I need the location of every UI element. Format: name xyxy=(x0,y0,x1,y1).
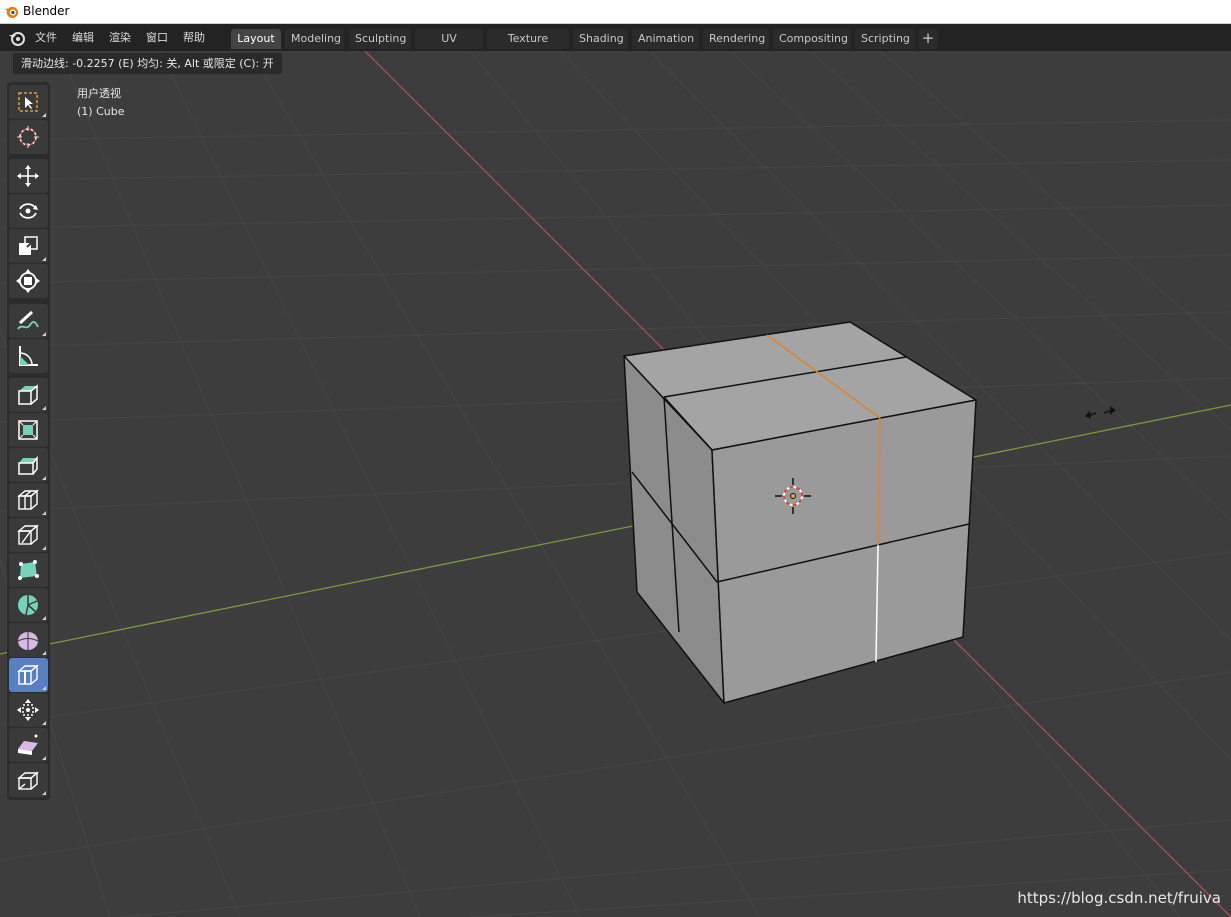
tool-options-corner-icon xyxy=(42,756,46,760)
rotate-icon xyxy=(19,203,38,219)
operator-status: 滑动边线: -0.2257 (E) 均匀: 关, Alt 或限定 (C): 开 xyxy=(13,53,282,74)
add-workspace-button[interactable]: + xyxy=(918,29,938,49)
tool-transform[interactable] xyxy=(9,264,48,298)
tab-modeling[interactable]: Modeling xyxy=(285,29,344,49)
slide-cursor-icon xyxy=(1085,406,1116,419)
menu-help[interactable]: 帮助 xyxy=(183,29,205,45)
menu-window[interactable]: 窗口 xyxy=(146,29,168,45)
tool-options-corner-icon xyxy=(42,406,46,410)
tool-spin[interactable] xyxy=(9,588,48,622)
top-menubar: 文件 编辑 渲染 窗口 帮助 Layout Modeling Sculpting… xyxy=(0,24,1231,65)
blender-logo-icon xyxy=(4,6,19,19)
y-axis-line xyxy=(0,404,1231,655)
tool-options-corner-icon xyxy=(42,791,46,795)
tool-knife[interactable] xyxy=(9,518,48,552)
annotate-icon xyxy=(17,310,39,330)
tool-move[interactable] xyxy=(9,159,48,193)
tool-smooth[interactable] xyxy=(9,623,48,657)
tool-inset-faces[interactable] xyxy=(9,413,48,447)
cube-mesh xyxy=(623,321,977,704)
tool-rip-region[interactable] xyxy=(9,763,48,797)
cube-front-face xyxy=(711,399,977,704)
tab-uv-editing[interactable]: UV Editing xyxy=(415,29,483,65)
loop-cut-icon xyxy=(17,489,39,510)
tool-options-corner-icon xyxy=(42,113,46,117)
menu-edit[interactable]: 编辑 xyxy=(72,29,94,45)
menu-render[interactable]: 渲染 xyxy=(109,29,131,45)
tool-select-box[interactable] xyxy=(9,85,48,119)
tool-edge-slide[interactable] xyxy=(9,658,48,692)
bevel-icon xyxy=(18,455,38,475)
tool-options-corner-icon xyxy=(42,651,46,655)
edge-slide-icon xyxy=(17,664,39,685)
cursor-icon xyxy=(17,126,39,148)
window-titlebar: Blender xyxy=(0,0,1231,24)
tool-shear[interactable] xyxy=(9,728,48,762)
tool-measure[interactable] xyxy=(9,339,48,373)
tool-annotate[interactable] xyxy=(9,304,48,338)
tab-compositing[interactable]: Compositing xyxy=(773,29,851,49)
transform-icon xyxy=(16,269,40,293)
tool-poly-build[interactable] xyxy=(9,553,48,587)
tool-options-corner-icon xyxy=(42,686,46,690)
knife-icon xyxy=(17,524,39,545)
tool-options-corner-icon xyxy=(42,257,46,261)
tool-bevel[interactable] xyxy=(9,448,48,482)
active-object-label: (1) Cube xyxy=(77,105,125,118)
tab-layout[interactable]: Layout xyxy=(231,29,281,49)
tool-options-corner-icon xyxy=(42,721,46,725)
spin-icon xyxy=(18,595,38,616)
tab-animation[interactable]: Animation xyxy=(632,29,699,49)
tab-shading[interactable]: Shading xyxy=(573,29,628,49)
tab-scripting[interactable]: Scripting xyxy=(855,29,915,49)
menu-file[interactable]: 文件 xyxy=(35,29,57,45)
shrink-fatten-icon xyxy=(17,699,39,721)
view-name: 用户透视 xyxy=(77,87,121,100)
rip-region-icon xyxy=(17,771,39,790)
tool-options-corner-icon xyxy=(42,511,46,515)
grid-lines xyxy=(0,51,1231,917)
shear-icon xyxy=(18,734,38,755)
tab-rendering[interactable]: Rendering xyxy=(703,29,769,49)
tab-sculpting[interactable]: Sculpting xyxy=(349,29,411,49)
measure-icon xyxy=(19,346,38,366)
tool-options-corner-icon xyxy=(42,476,46,480)
inset-faces-icon xyxy=(18,420,38,440)
move-icon xyxy=(17,165,39,187)
window-title: Blender xyxy=(23,4,70,18)
tab-texture-paint[interactable]: Texture Paint xyxy=(487,29,569,65)
extrude-region-icon xyxy=(18,384,38,405)
scale-icon xyxy=(19,236,38,255)
blender-menu-icon[interactable] xyxy=(8,29,26,47)
watermark-text: https://blog.csdn.net/fruiva xyxy=(1017,889,1221,907)
tool-rotate[interactable] xyxy=(9,194,48,228)
tool-extrude-region[interactable] xyxy=(9,378,48,412)
tool-loop-cut[interactable] xyxy=(9,483,48,517)
poly-build-icon xyxy=(18,560,39,580)
smooth-icon xyxy=(17,632,39,650)
tool-options-corner-icon xyxy=(42,332,46,336)
viewport-scene[interactable] xyxy=(0,51,1231,917)
tool-options-corner-icon xyxy=(42,546,46,550)
tool-cursor[interactable] xyxy=(9,120,48,154)
tool-scale[interactable] xyxy=(9,229,48,263)
tool-shrink-fatten[interactable] xyxy=(9,693,48,727)
tool-options-corner-icon xyxy=(42,616,46,620)
select-box-icon xyxy=(18,92,38,112)
3d-viewport[interactable]: 滑动边线: -0.2257 (E) 均匀: 关, Alt 或限定 (C): 开 … xyxy=(0,51,1231,917)
